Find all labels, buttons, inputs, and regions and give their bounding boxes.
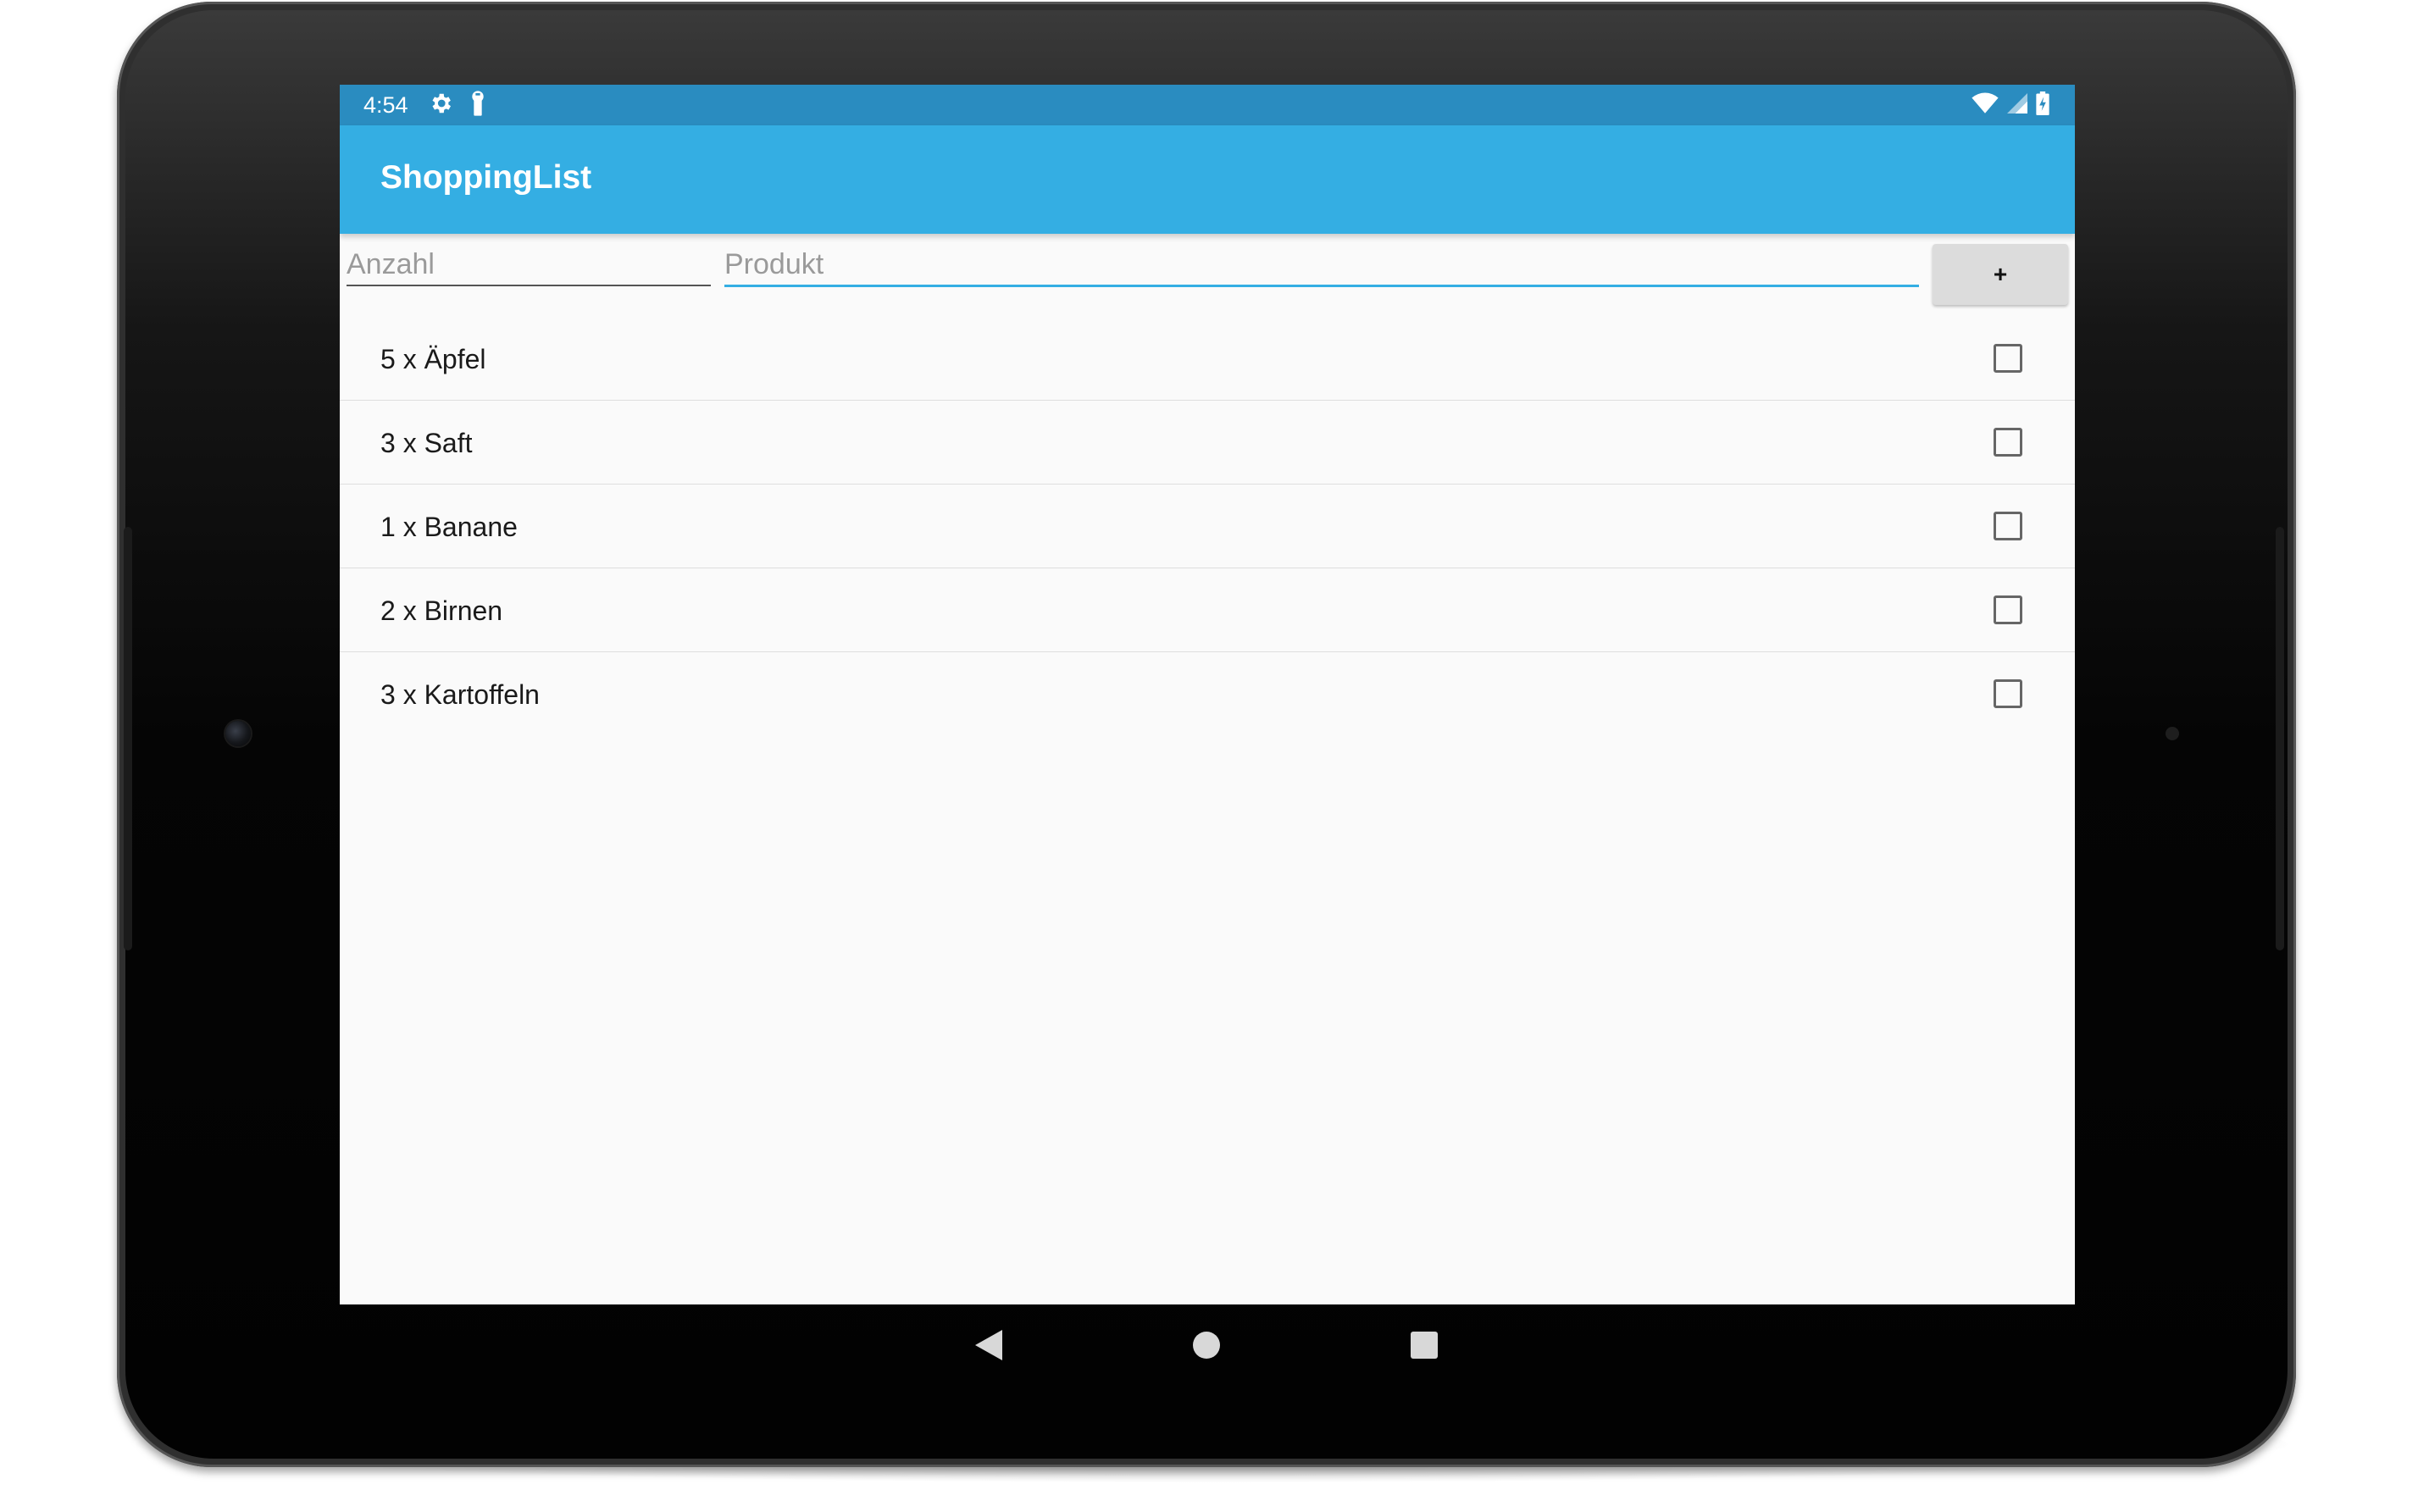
gear-icon xyxy=(428,91,453,120)
list-item-label: 5 x Äpfel xyxy=(380,344,486,374)
signal-icon xyxy=(2007,92,2027,118)
status-notification-icons xyxy=(428,90,487,121)
front-camera xyxy=(225,721,251,746)
list-item-label: 3 x Saft xyxy=(380,428,473,458)
wifi-icon xyxy=(1972,92,1999,119)
key-icon xyxy=(469,90,487,121)
back-icon[interactable] xyxy=(967,1323,1011,1367)
add-item-button[interactable]: + xyxy=(1933,244,2068,305)
app-bar: ShoppingList xyxy=(340,125,2075,234)
product-input[interactable] xyxy=(724,244,1919,287)
home-icon[interactable] xyxy=(1184,1323,1228,1367)
item-checkbox[interactable] xyxy=(1994,512,2022,540)
list-item[interactable]: 5 x Äpfel xyxy=(340,317,2075,401)
quantity-input[interactable] xyxy=(347,244,711,286)
item-checkbox[interactable] xyxy=(1994,344,2022,373)
status-time: 4:54 xyxy=(363,92,408,118)
status-system-icons xyxy=(1972,91,2049,119)
navigation-bar xyxy=(340,1304,2075,1386)
recents-icon[interactable] xyxy=(1402,1323,1446,1367)
list-item[interactable]: 2 x Birnen xyxy=(340,568,2075,652)
list-item-label: 2 x Birnen xyxy=(380,595,503,626)
light-sensor xyxy=(2166,727,2179,740)
app-screen: 4:54 ShoppingList + xyxy=(340,85,2075,1304)
app-title: ShoppingList xyxy=(380,159,592,196)
item-checkbox[interactable] xyxy=(1994,595,2022,624)
list-item[interactable]: 3 x Saft xyxy=(340,401,2075,485)
item-checkbox[interactable] xyxy=(1994,428,2022,457)
list-item-label: 1 x Banane xyxy=(380,512,518,542)
add-item-form xyxy=(340,234,2075,312)
list-item-label: 3 x Kartoffeln xyxy=(380,679,540,710)
item-checkbox[interactable] xyxy=(1994,679,2022,708)
status-bar: 4:54 xyxy=(340,85,2075,125)
shopping-list: 5 x Äpfel 3 x Saft 1 x Banane 2 x Birnen… xyxy=(340,317,2075,735)
left-side-button xyxy=(124,527,132,950)
list-item[interactable]: 1 x Banane xyxy=(340,485,2075,568)
right-side-button xyxy=(2276,527,2284,950)
battery-icon xyxy=(2036,91,2049,119)
list-item[interactable]: 3 x Kartoffeln xyxy=(340,652,2075,735)
